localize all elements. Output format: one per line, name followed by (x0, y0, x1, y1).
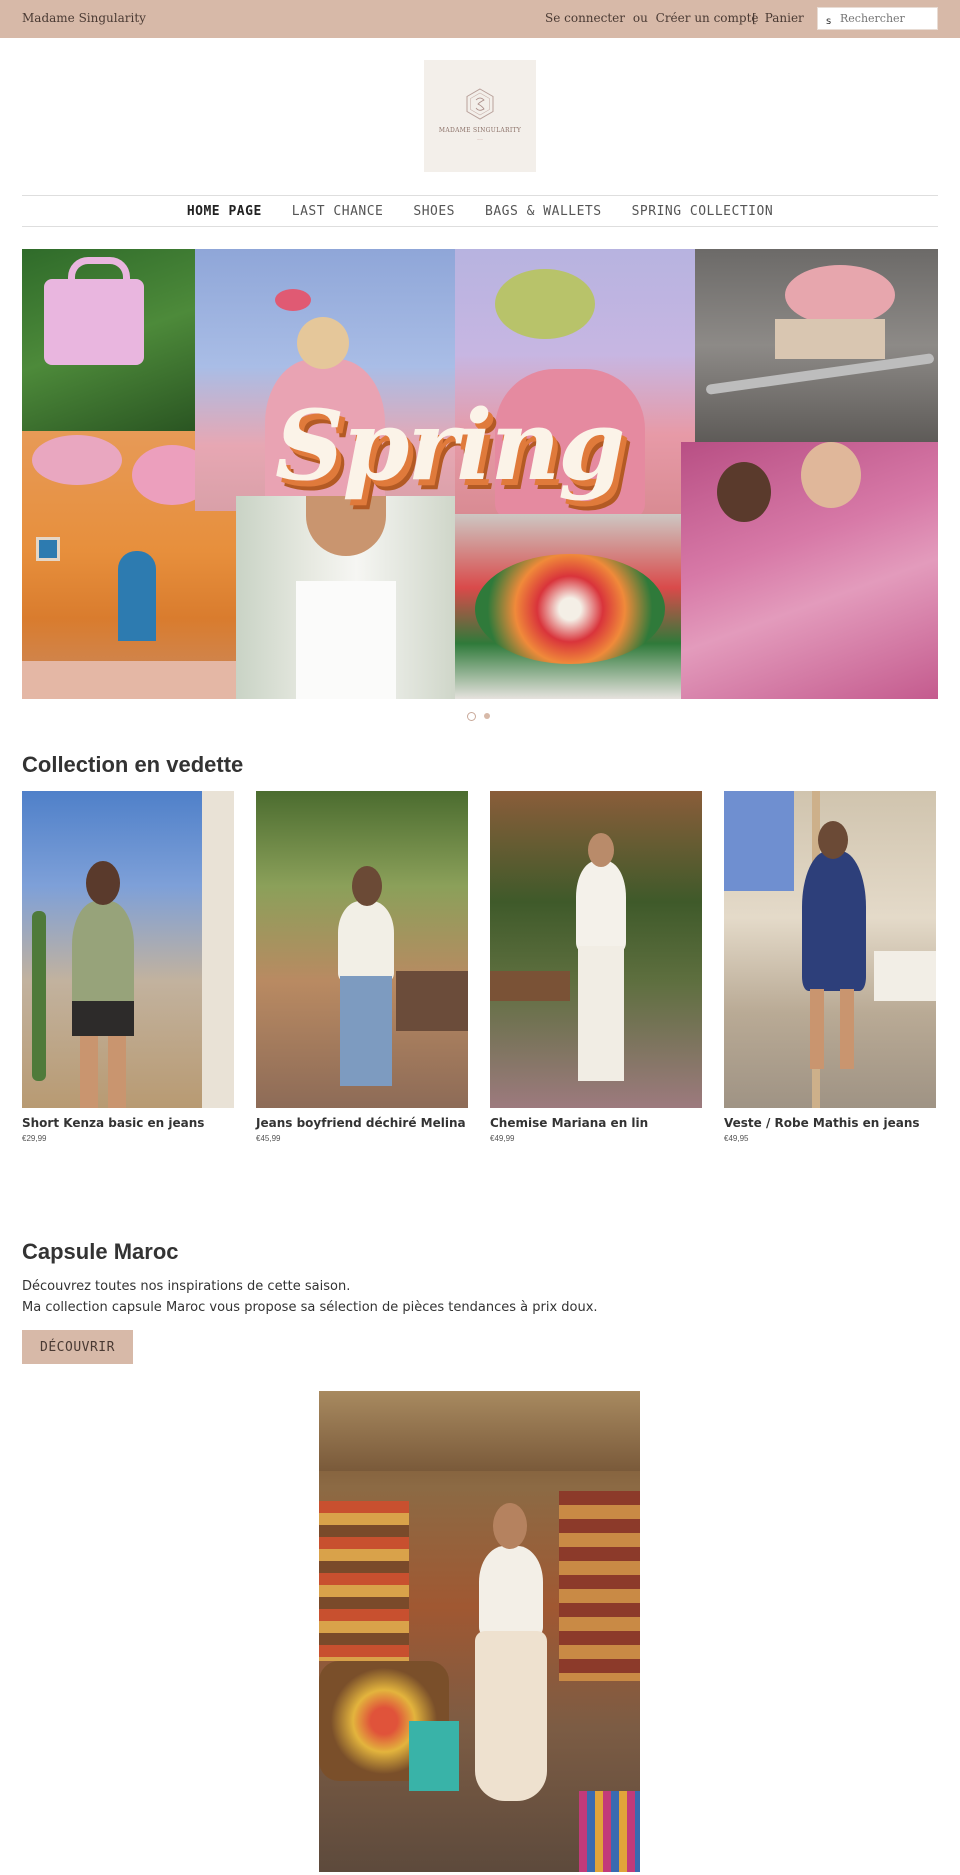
slide-dot-2[interactable] (484, 713, 490, 719)
search-input[interactable] (840, 10, 934, 27)
capsule-text-line-1: Découvrez toutes nos inspirations de cet… (22, 1279, 351, 1294)
hero-photo-bicycle (695, 249, 938, 442)
product-image[interactable] (490, 791, 702, 1108)
logo-emblem-icon (466, 88, 494, 120)
shop-name[interactable]: Madame Singularity (22, 11, 146, 25)
product-card[interactable]: Veste / Robe Mathis en jeans €49,95 (724, 791, 936, 1143)
product-card[interactable]: Chemise Mariana en lin €49,99 (490, 791, 702, 1143)
shop-logo[interactable]: MADAME SINGULARITY —— (424, 60, 536, 172)
product-image[interactable] (256, 791, 468, 1108)
slide-dot-1[interactable] (467, 712, 476, 721)
product-price: €49,99 (490, 1134, 515, 1143)
product-card[interactable]: Short Kenza basic en jeans €29,99 (22, 791, 234, 1143)
product-price: €49,95 (724, 1134, 749, 1143)
register-link[interactable]: Créer un compte (656, 11, 759, 25)
product-name[interactable]: Chemise Mariana en lin (490, 1116, 702, 1130)
hero-photo-white-top (236, 496, 455, 699)
product-name[interactable]: Short Kenza basic en jeans (22, 1116, 234, 1130)
account-links: Se connecter ou Créer un compte (545, 11, 763, 25)
product-price: €45,99 (256, 1134, 281, 1143)
product-image[interactable] (22, 791, 234, 1108)
nav-item-shoes[interactable]: SHOES (413, 204, 455, 219)
or-text: ou (632, 11, 648, 25)
capsule-photo[interactable] (319, 1391, 640, 1872)
login-link[interactable]: Se connecter (545, 11, 625, 25)
hero-photo-two-women (681, 442, 938, 699)
product-card[interactable]: Jeans boyfriend déchiré Melina €45,99 (256, 791, 468, 1143)
top-bar: Madame Singularity Se connecter ou Créer… (0, 0, 960, 38)
cart-label: Panier (764, 11, 804, 25)
capsule-text-line-2: Ma collection capsule Maroc vous propose… (22, 1300, 598, 1315)
featured-title: Collection en vedette (22, 752, 244, 777)
hero-headline: Spring (275, 389, 625, 502)
nav-item-last-chance[interactable]: LAST CHANCE (292, 204, 384, 219)
search-box: s (817, 7, 938, 30)
product-name[interactable]: Veste / Robe Mathis en jeans (724, 1116, 936, 1130)
nav-item-bags-wallets[interactable]: BAGS & WALLETS (485, 204, 602, 219)
logo-underline: —— (477, 137, 483, 141)
search-icon[interactable]: s (826, 16, 831, 27)
cart-icon: [ (752, 11, 757, 25)
hero-photo-tulips (455, 514, 681, 699)
product-image[interactable] (724, 791, 936, 1108)
cart-link[interactable]: [ Panier (752, 11, 804, 25)
nav-item-home-page[interactable]: HOME PAGE (187, 204, 262, 219)
product-price: €29,99 (22, 1134, 47, 1143)
capsule-title: Capsule Maroc (22, 1239, 179, 1264)
nav-item-spring-collection[interactable]: SPRING COLLECTION (632, 204, 774, 219)
hero-slideshow[interactable]: Spring (22, 249, 938, 699)
product-name[interactable]: Jeans boyfriend déchiré Melina (256, 1116, 468, 1130)
main-nav: HOME PAGE LAST CHANCE SHOES BAGS & WALLE… (22, 195, 938, 227)
hero-photo-pink-bag (22, 249, 195, 431)
discover-button[interactable]: DÉCOUVRIR (22, 1330, 133, 1364)
logo-text: MADAME SINGULARITY (438, 127, 522, 134)
